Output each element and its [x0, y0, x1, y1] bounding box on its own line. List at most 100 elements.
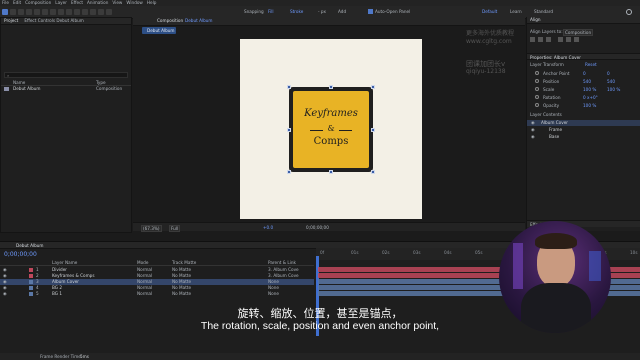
menu-item[interactable]: Composition — [25, 0, 51, 5]
layer-parent[interactable]: 3. Album Cove — [268, 273, 299, 278]
property-value-1[interactable]: 540 — [583, 79, 591, 84]
align-top-icon[interactable] — [558, 37, 563, 42]
menu-item[interactable]: Effect — [71, 0, 83, 5]
label-color-swatch[interactable] — [29, 292, 33, 296]
exposure-value[interactable]: +0.0 — [263, 225, 273, 230]
comp-timecode[interactable]: 0;00;00;00 — [306, 225, 329, 230]
menu-item[interactable]: Edit — [13, 0, 21, 5]
tab-project[interactable]: Project — [4, 18, 18, 23]
property-value-2[interactable]: 540 — [607, 79, 615, 84]
align-to-dropdown[interactable]: Composition — [563, 29, 594, 37]
label-color-swatch[interactable] — [29, 286, 33, 290]
layer-track-matte[interactable]: No Matte — [172, 273, 191, 278]
align-vcenter-icon[interactable] — [566, 37, 571, 42]
pen-tool-icon[interactable] — [58, 9, 64, 15]
camera-tool-icon[interactable] — [34, 9, 40, 15]
stopwatch-icon[interactable] — [535, 95, 539, 99]
col-type[interactable]: Type — [96, 80, 106, 85]
snapping-toggle[interactable]: Snapping — [244, 9, 264, 14]
layer-mode[interactable]: Normal — [137, 291, 152, 296]
property-value-2[interactable]: 100 % — [607, 87, 620, 92]
rotate-tool-icon[interactable] — [26, 9, 32, 15]
visibility-eye-icon[interactable]: ◉ — [3, 285, 7, 290]
eye-icon[interactable]: ◉ — [531, 120, 535, 125]
align-left-icon[interactable] — [530, 37, 535, 42]
content-item[interactable]: ◉ Base — [527, 134, 640, 140]
layer-parent[interactable]: None — [268, 285, 279, 290]
brush-tool-icon[interactable] — [74, 9, 80, 15]
menu-item[interactable]: File — [2, 0, 9, 5]
layer-parent[interactable]: None — [268, 291, 279, 296]
visibility-eye-icon[interactable]: ◉ — [3, 279, 7, 284]
pan-behind-tool-icon[interactable] — [42, 9, 48, 15]
content-item[interactable]: ◉ Frame — [527, 127, 640, 133]
tab-effect-controls[interactable]: Effect Controls Debut Album — [24, 18, 84, 23]
col-name[interactable]: Name — [13, 80, 25, 85]
layer-name[interactable]: Keyframes & Comps — [52, 273, 95, 278]
property-value-1[interactable]: 100 % — [583, 103, 596, 108]
zoom-dropdown[interactable]: (67.3%) — [141, 225, 162, 233]
add-button[interactable]: Add — [338, 9, 346, 14]
type-tool-icon[interactable] — [66, 9, 72, 15]
handle-top-right[interactable] — [371, 85, 375, 89]
tab-composition-name[interactable]: Debut Album — [185, 18, 213, 23]
menu-item[interactable]: Layer — [55, 0, 67, 5]
menu-item[interactable]: Help — [147, 0, 157, 5]
property-value-1[interactable]: 0 — [583, 71, 586, 76]
layer-name[interactable]: BG 1 — [52, 291, 62, 296]
selection-tool-icon[interactable] — [2, 9, 8, 15]
handle-left[interactable] — [287, 128, 291, 132]
handle-top-left[interactable] — [287, 85, 291, 89]
project-item[interactable]: Debut Album Composition — [1, 86, 131, 92]
eye-icon[interactable]: ◉ — [531, 134, 535, 139]
stopwatch-icon[interactable] — [535, 79, 539, 83]
property-value-2[interactable]: 0 — [607, 71, 610, 76]
label-color-swatch[interactable] — [29, 274, 33, 278]
handle-bottom-right[interactable] — [371, 170, 375, 174]
align-right-icon[interactable] — [546, 37, 551, 42]
layer-name[interactable]: Divider — [52, 267, 67, 272]
workspace-learn[interactable]: Learn — [510, 9, 522, 14]
handle-bottom-left[interactable] — [287, 170, 291, 174]
project-search-input[interactable]: ⌕ — [4, 72, 128, 78]
layer-track-matte[interactable]: No Matte — [172, 279, 191, 284]
align-title[interactable]: Align — [530, 17, 541, 22]
layer-track-matte[interactable]: No Matte — [172, 267, 191, 272]
menu-item[interactable]: Animation — [87, 0, 108, 5]
menu-item[interactable]: View — [112, 0, 122, 5]
layer-mode[interactable]: Normal — [137, 279, 152, 284]
hand-tool-icon[interactable] — [10, 9, 16, 15]
content-item[interactable]: ◉ Album Cover — [527, 120, 640, 126]
stopwatch-icon[interactable] — [535, 103, 539, 107]
roto-tool-icon[interactable] — [98, 9, 104, 15]
clone-tool-icon[interactable] — [82, 9, 88, 15]
handle-right[interactable] — [371, 128, 375, 132]
layer-row[interactable]: ◉ 5 BG 1 Normal No Matte None — [0, 291, 314, 297]
property-value-1[interactable]: 100 % — [583, 87, 596, 92]
puppet-tool-icon[interactable] — [106, 9, 112, 15]
search-icon[interactable] — [626, 9, 632, 15]
handle-bottom[interactable] — [329, 170, 333, 174]
workspace-standard[interactable]: Standard — [534, 9, 553, 14]
visibility-eye-icon[interactable]: ◉ — [3, 267, 7, 272]
layer-track-matte[interactable]: No Matte — [172, 291, 191, 296]
eye-icon[interactable]: ◉ — [531, 127, 535, 132]
stroke-label[interactable]: Stroke — [290, 9, 303, 14]
stopwatch-icon[interactable] — [535, 71, 539, 75]
layer-track-matte[interactable]: No Matte — [172, 285, 191, 290]
album-cover[interactable]: Keyframes & Comps — [292, 90, 370, 169]
resolution-dropdown[interactable]: Full — [169, 225, 181, 233]
handle-top[interactable] — [329, 85, 333, 89]
property-value-1[interactable]: 0 x+0° — [583, 95, 598, 100]
zoom-tool-icon[interactable] — [18, 9, 24, 15]
workspace-default[interactable]: Default — [482, 9, 497, 14]
layer-parent[interactable]: 3. Album Cove — [268, 267, 299, 272]
breadcrumb[interactable]: Debut Album — [142, 27, 176, 34]
layer-name[interactable]: BG 2 — [52, 285, 62, 290]
eraser-tool-icon[interactable] — [90, 9, 96, 15]
layer-parent[interactable]: None — [268, 279, 279, 284]
visibility-eye-icon[interactable]: ◉ — [3, 291, 7, 296]
align-hcenter-icon[interactable] — [538, 37, 543, 42]
label-color-swatch[interactable] — [29, 268, 33, 272]
layer-name[interactable]: Album Cover — [52, 279, 79, 284]
